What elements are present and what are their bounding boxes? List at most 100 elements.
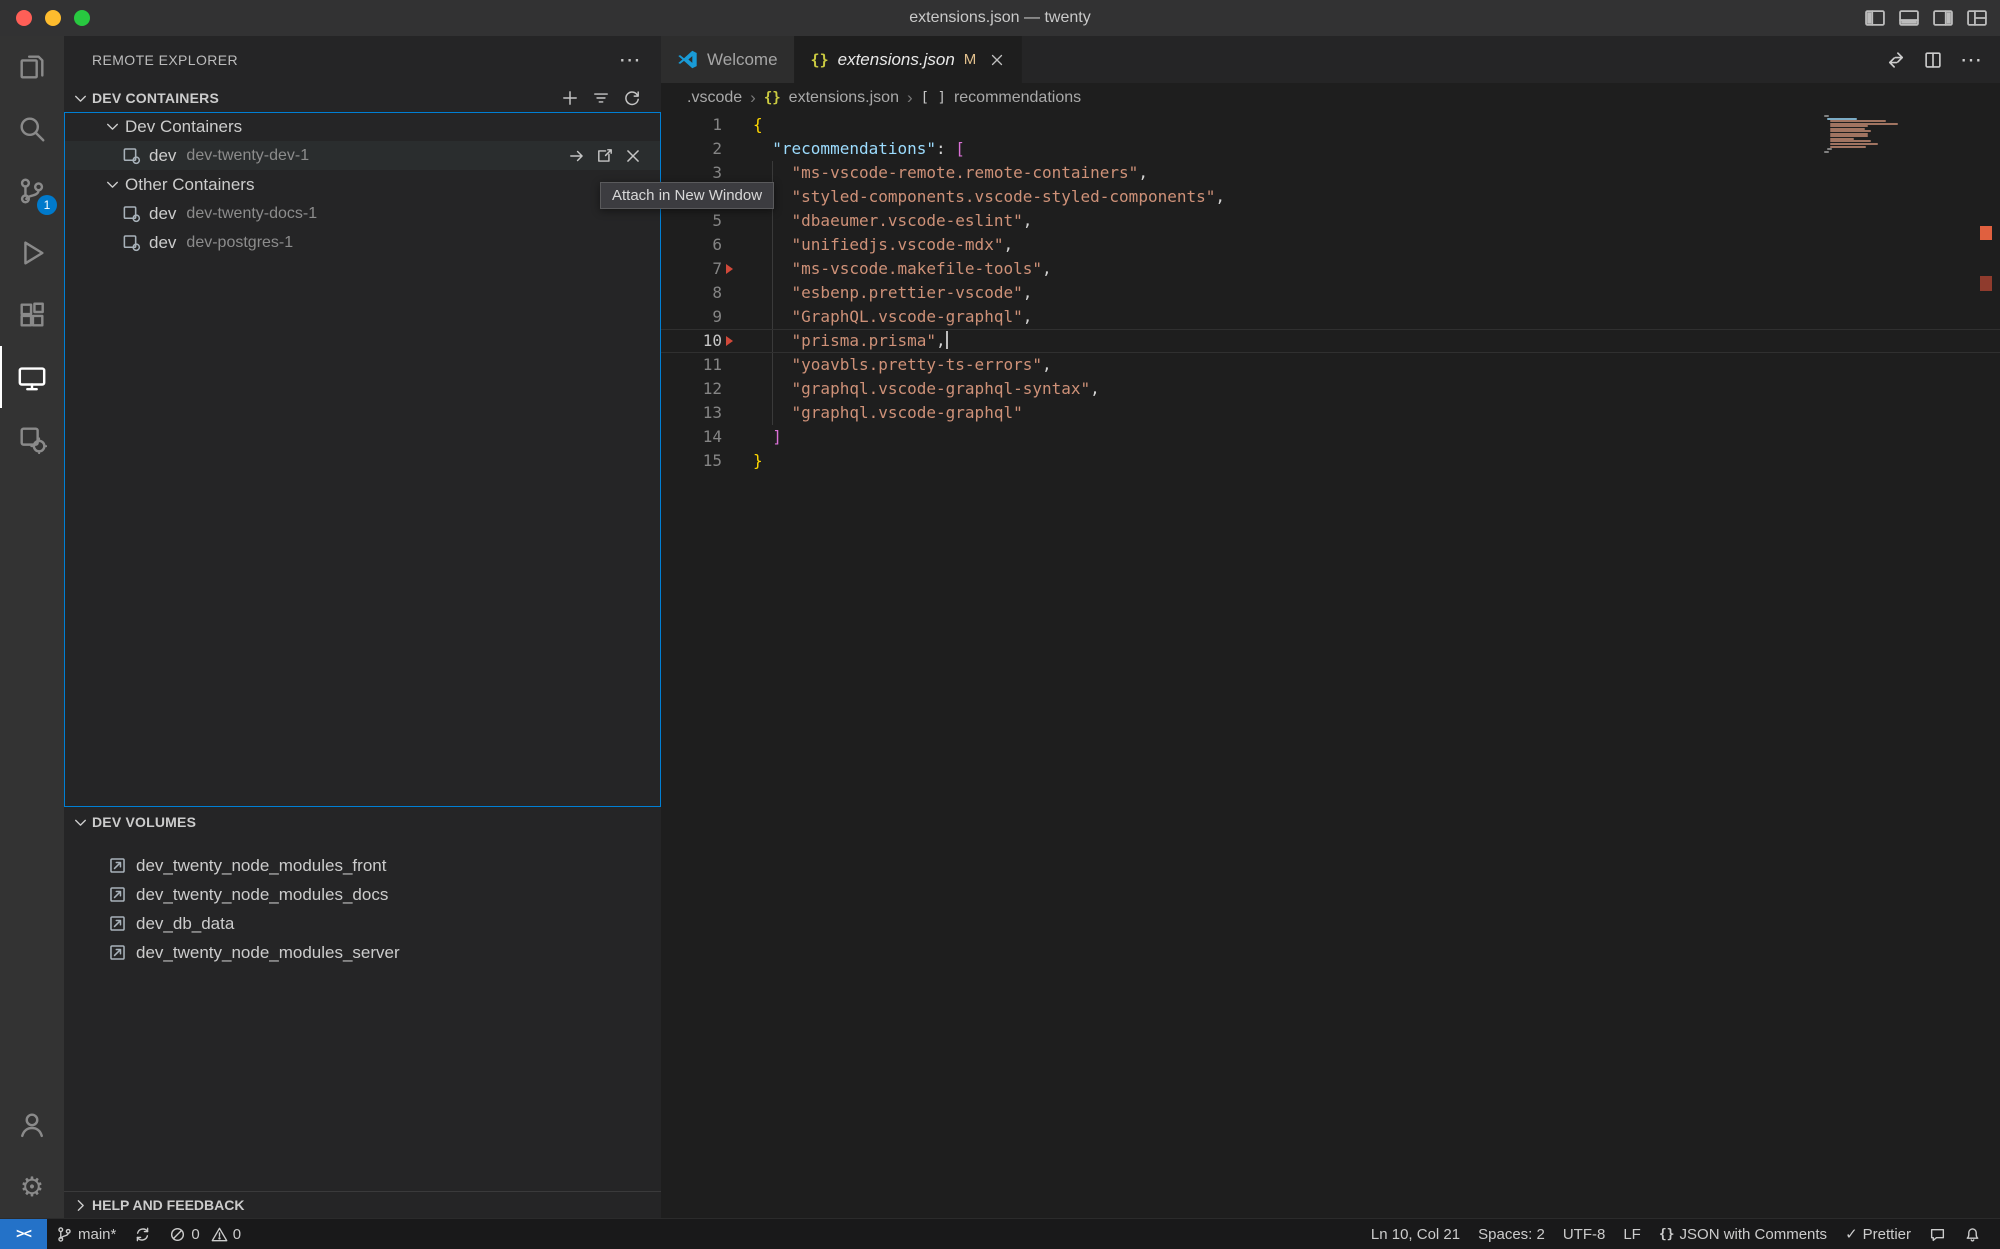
refresh-icon[interactable] <box>623 89 641 107</box>
activity-containers-icon[interactable] <box>0 408 64 470</box>
gutter <box>722 425 753 449</box>
split-editor-icon[interactable] <box>1923 50 1943 70</box>
section-dev-containers-header[interactable]: DEV CONTAINERS <box>64 84 661 112</box>
maximize-window-button[interactable] <box>74 10 90 26</box>
breadcrumb-folder[interactable]: .vscode <box>687 89 742 107</box>
more-actions-icon[interactable]: ⋯ <box>619 49 641 71</box>
section-dev-volumes-header[interactable]: DEV VOLUMES <box>64 807 661 837</box>
container-icon <box>122 233 141 252</box>
volume-row[interactable]: dev_db_data <box>64 909 661 938</box>
code-line[interactable]: 5 "dbaeumer.vscode-eslint", <box>661 209 2000 233</box>
activity-extensions-icon[interactable] <box>0 284 64 346</box>
remote-indicator[interactable]: >< <box>0 1219 47 1249</box>
activity-explorer-icon[interactable] <box>0 36 64 98</box>
warnings-icon <box>211 1226 228 1243</box>
warnings-count: 0 <box>233 1226 241 1243</box>
code-text: ] <box>753 425 782 449</box>
code-line[interactable]: 2 "recommendations": [ <box>661 137 2000 161</box>
code-lines: 1{2 "recommendations": [3 "ms-vscode-rem… <box>661 113 2000 473</box>
accounts-icon[interactable] <box>0 1094 64 1156</box>
container-row[interactable]: devdev-postgres-1 <box>64 228 661 257</box>
minimap[interactable] <box>1824 115 1914 153</box>
customize-layout-icon[interactable] <box>1966 7 1988 29</box>
toggle-panel-icon[interactable] <box>1898 7 1920 29</box>
problems-item[interactable]: 0 0 <box>160 1219 250 1249</box>
encoding[interactable]: UTF-8 <box>1554 1226 1615 1243</box>
settings-gear-icon[interactable]: ⚙ <box>0 1156 64 1218</box>
code-line[interactable]: 8 "esbenp.prettier-vscode", <box>661 281 2000 305</box>
formatter-status[interactable]: ✓ Prettier <box>1836 1225 1920 1243</box>
feedback-icon[interactable] <box>1920 1226 1955 1243</box>
eol-selector[interactable]: LF <box>1614 1226 1650 1243</box>
gutter <box>722 401 753 425</box>
add-container-icon[interactable] <box>561 89 579 107</box>
titlebar: extensions.json — twenty <box>0 0 2000 36</box>
symbol-array-icon: [ ] <box>921 90 946 106</box>
code-line[interactable]: 14 ] <box>661 425 2000 449</box>
close-tab-icon[interactable] <box>989 52 1005 68</box>
tab-label: extensions.json <box>838 50 955 70</box>
code-line[interactable]: 3 "ms-vscode-remote.remote-containers", <box>661 161 2000 185</box>
stop-container-icon[interactable] <box>624 147 642 165</box>
close-window-button[interactable] <box>16 10 32 26</box>
minimize-window-button[interactable] <box>45 10 61 26</box>
volume-icon <box>108 943 127 962</box>
container-description: dev-postgres-1 <box>186 234 293 252</box>
attach-new-window-icon[interactable] <box>596 147 614 165</box>
section-help-feedback-header[interactable]: HELP AND FEEDBACK <box>64 1191 661 1218</box>
code-editor[interactable]: 1{2 "recommendations": [3 "ms-vscode-rem… <box>661 113 2000 1218</box>
branch-icon <box>56 1226 73 1243</box>
attach-current-window-icon[interactable] <box>568 147 586 165</box>
remote-icon: >< <box>16 1226 31 1242</box>
container-name: dev <box>149 146 176 166</box>
code-line[interactable]: 1{ <box>661 113 2000 137</box>
volume-icon <box>108 856 127 875</box>
code-line[interactable]: 4 "styled-components.vscode-styled-compo… <box>661 185 2000 209</box>
breadcrumb-file[interactable]: extensions.json <box>789 89 899 107</box>
code-text: "ms-vscode-remote.remote-containers", <box>753 161 1148 185</box>
chevron-right-icon <box>72 1197 89 1214</box>
tree-group-row[interactable]: Dev Containers <box>64 112 661 141</box>
tree-group-row[interactable]: Other Containers <box>64 170 661 199</box>
code-text: "esbenp.prettier-vscode", <box>753 281 1032 305</box>
volume-row[interactable]: dev_twenty_node_modules_front <box>64 851 661 880</box>
code-line[interactable]: 13 "graphql.vscode-graphql" <box>661 401 2000 425</box>
errors-icon <box>169 1226 186 1243</box>
code-text: "styled-components.vscode-styled-compone… <box>753 185 1225 209</box>
code-line[interactable]: 10 "prisma.prisma", <box>661 329 2000 353</box>
activity-run-debug-icon[interactable] <box>0 222 64 284</box>
code-line[interactable]: 11 "yoavbls.pretty-ts-errors", <box>661 353 2000 377</box>
git-deleted-marker <box>726 264 733 274</box>
sync-changes-button[interactable] <box>125 1219 160 1249</box>
code-line[interactable]: 9 "GraphQL.vscode-graphql", <box>661 305 2000 329</box>
volume-row[interactable]: dev_twenty_node_modules_server <box>64 938 661 967</box>
open-changes-icon[interactable] <box>1886 50 1906 70</box>
code-line[interactable]: 15} <box>661 449 2000 473</box>
activity-remote-explorer-icon[interactable] <box>0 346 64 408</box>
toggle-sidebar-right-icon[interactable] <box>1932 7 1954 29</box>
container-row[interactable]: devdev-twenty-docs-1 <box>64 199 661 228</box>
activity-source-control-icon[interactable]: 1 <box>0 160 64 222</box>
tab-welcome[interactable]: Welcome <box>661 36 795 83</box>
language-mode[interactable]: {} JSON with Comments <box>1650 1226 1836 1243</box>
json-file-icon: {} <box>811 51 829 69</box>
code-text: { <box>753 113 763 137</box>
code-line[interactable]: 6 "unifiedjs.vscode-mdx", <box>661 233 2000 257</box>
activity-search-icon[interactable] <box>0 98 64 160</box>
volume-icon <box>108 885 127 904</box>
code-line[interactable]: 12 "graphql.vscode-graphql-syntax", <box>661 377 2000 401</box>
filter-list-icon[interactable] <box>592 89 610 107</box>
volume-row[interactable]: dev_twenty_node_modules_docs <box>64 880 661 909</box>
code-line[interactable]: 7 "ms-vscode.makefile-tools", <box>661 257 2000 281</box>
toggle-sidebar-left-icon[interactable] <box>1864 7 1886 29</box>
notifications-bell-icon[interactable] <box>1955 1226 1990 1243</box>
tab-extensions-json[interactable]: {} extensions.json M <box>795 36 1023 83</box>
cursor-position[interactable]: Ln 10, Col 21 <box>1362 1226 1469 1243</box>
code-text: "unifiedjs.vscode-mdx", <box>753 233 1013 257</box>
indentation[interactable]: Spaces: 2 <box>1469 1226 1554 1243</box>
breadcrumb-symbol[interactable]: recommendations <box>954 89 1081 107</box>
more-actions-icon[interactable]: ⋯ <box>1960 49 1982 71</box>
line-number: 13 <box>661 401 722 425</box>
git-branch-item[interactable]: main* <box>47 1219 125 1249</box>
container-row[interactable]: devdev-twenty-dev-1 <box>64 141 661 170</box>
